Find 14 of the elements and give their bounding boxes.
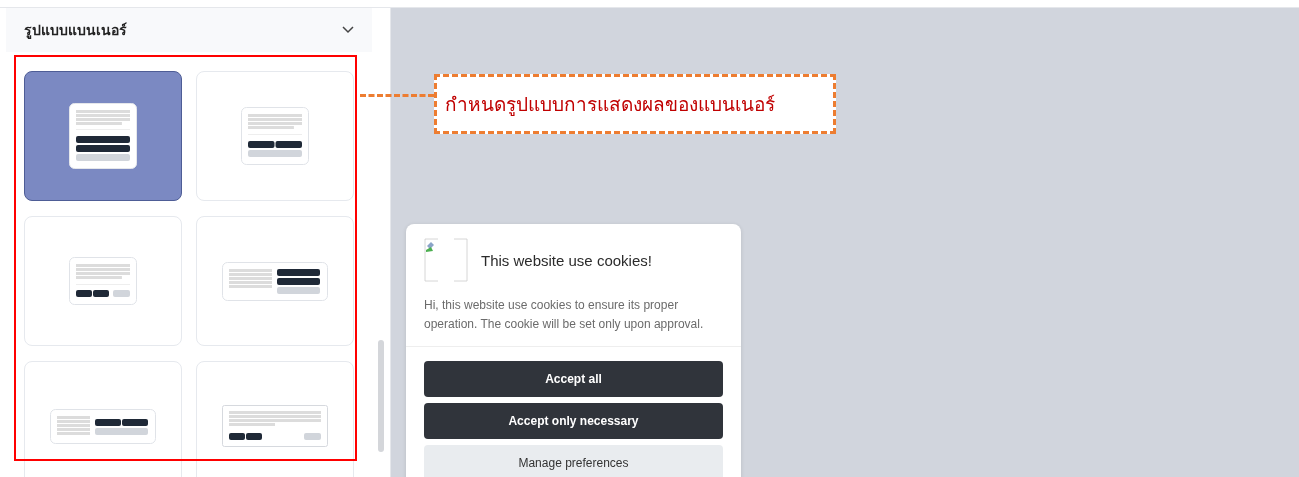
callout-note: กำหนดรูปแบบการแสดงผลของแบนเนอร์ (434, 74, 836, 134)
preferences-button[interactable]: Manage preferences (424, 445, 723, 477)
scrollbar-thumb[interactable] (378, 340, 384, 452)
layout-option[interactable] (24, 71, 182, 201)
section-header[interactable]: รูปแบบแบนเนอร์ (6, 8, 372, 52)
broken-image-icon (424, 238, 468, 282)
layout-preview-drawing (69, 103, 137, 169)
chevron-icon (342, 26, 354, 34)
layout-preview-drawing (69, 257, 137, 305)
banner-title: This website use cookies! (481, 251, 652, 269)
accept-button[interactable]: Accept only necessary (424, 403, 723, 439)
layout-preview-drawing (241, 107, 309, 165)
accept-button[interactable]: Accept all (424, 361, 723, 397)
banner-message: Hi, this website use cookies to ensure its proper operation. The cookie will be set only upon approval. (406, 282, 741, 347)
